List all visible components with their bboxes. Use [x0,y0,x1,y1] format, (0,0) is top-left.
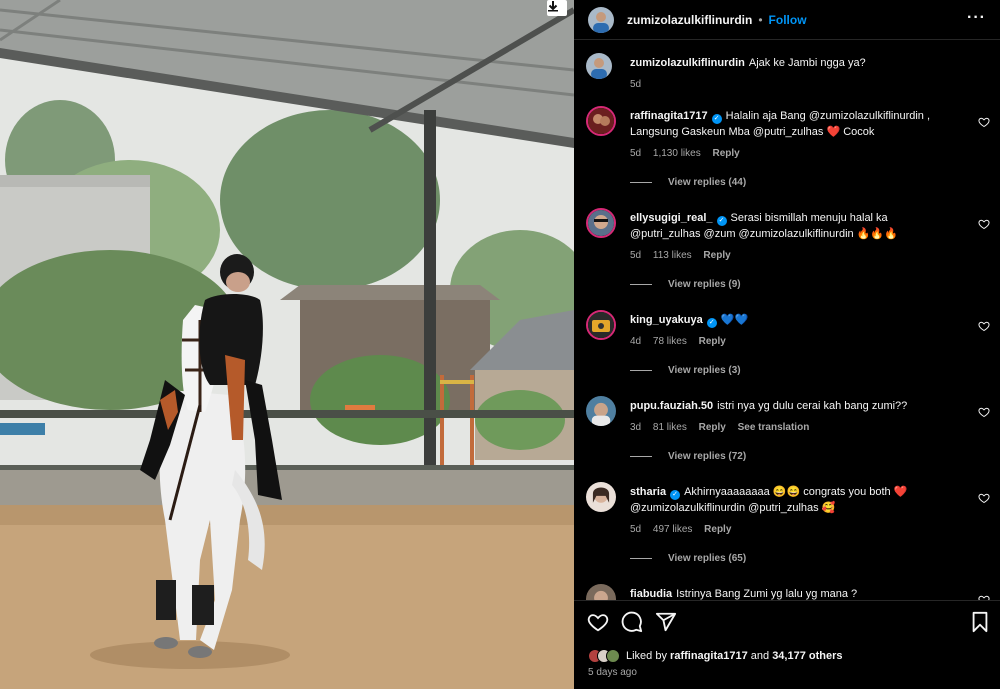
reply-button[interactable]: Reply [713,148,740,159]
comment-text: 💙💙 [720,314,749,326]
download-button[interactable] [547,0,567,16]
author-avatar[interactable] [588,6,614,33]
arrow-down-icon [548,1,558,12]
commenter-avatar[interactable] [586,310,616,340]
view-replies-button[interactable]: View replies (3) [630,365,741,376]
view-replies-button[interactable]: View replies (44) [630,177,746,188]
view-replies-button[interactable]: View replies (9) [630,279,741,290]
liked-by-avatars [588,649,620,663]
caption-username[interactable]: zumizolazulkiflinurdin [630,57,745,69]
post-side-panel: zumizolazulkiflinurdin • Follow ··· zumi… [574,0,1000,689]
comment-age: 5d [630,250,642,261]
separator-dot: • [758,12,763,27]
comment-text: Istrinya Bang Zumi yg lalu yg mana ? [676,588,858,600]
comment-likes[interactable]: 81 likes [653,422,687,433]
caption-avatar[interactable] [586,53,612,79]
commenter-avatar[interactable] [586,584,616,600]
riding-arena-image [0,0,574,689]
liked-by-and: and [750,650,770,662]
comment-username[interactable]: ellysugigi_real_ [630,212,713,224]
comment-likes[interactable]: 113 likes [653,250,692,261]
follow-button[interactable]: Follow [769,13,807,27]
verified-badge-icon: ✓ [706,318,717,328]
post-photo[interactable] [0,0,574,689]
comment-text: istri nya yg dulu cerai kah bang zumi?? [717,400,908,412]
like-comment-heart-icon[interactable] [978,320,990,332]
comment-likes[interactable]: 78 likes [653,336,687,347]
comment-username[interactable]: raffinagita1717 [630,110,708,122]
like-comment-heart-icon[interactable] [978,492,990,504]
view-replies-button[interactable]: View replies (72) [630,451,746,462]
reply-button[interactable]: Reply [699,422,726,433]
commenter-avatar[interactable] [586,106,616,136]
view-replies-label: View replies (65) [668,553,747,564]
liked-by-user[interactable]: raffinagita1717 [670,650,748,662]
save-bookmark-icon[interactable] [969,611,991,633]
comment-likes[interactable]: 1,130 likes [653,148,701,159]
comment-age: 5d [630,524,642,535]
post-header: zumizolazulkiflinurdin • Follow ··· [574,0,1000,40]
post-timestamp: 5 days ago [588,667,637,678]
post-actions: Liked by raffinagita1717 and 34,177 othe… [574,600,1000,689]
comment-username[interactable]: king_uyakuya [630,314,703,326]
comment-bubble-icon[interactable] [621,611,643,633]
like-comment-heart-icon[interactable] [978,406,990,418]
see-translation-button[interactable]: See translation [738,422,810,433]
liked-by[interactable]: Liked by raffinagita1717 and 34,177 othe… [588,649,843,663]
liked-by-others[interactable]: 34,177 others [772,650,842,662]
commenter-avatar[interactable] [586,396,616,426]
like-heart-icon[interactable] [587,611,609,633]
comment-username[interactable]: fiabudia [630,588,672,600]
comment-age: 5d [630,148,642,159]
comment-username[interactable]: stharia [630,486,666,498]
view-replies-label: View replies (9) [668,279,741,290]
like-comment-heart-icon[interactable] [978,116,990,128]
view-replies-label: View replies (3) [668,365,741,376]
reply-button[interactable]: Reply [699,336,726,347]
comments-list[interactable]: zumizolazulkiflinurdin Ajak ke Jambi ngga… [574,41,1000,600]
comment-age: 3d [630,422,642,433]
view-replies-label: View replies (72) [668,451,747,462]
commenter-avatar[interactable] [586,482,616,512]
verified-badge-icon: ✓ [711,114,722,124]
comment-likes[interactable]: 497 likes [653,524,692,535]
verified-badge-icon: ✓ [670,490,681,500]
liked-by-prefix: Liked by [626,650,667,662]
caption-age: 5d [630,79,642,90]
view-replies-button[interactable]: View replies (65) [630,553,746,564]
more-options-icon[interactable]: ··· [967,9,986,27]
reply-button[interactable]: Reply [704,524,731,535]
share-send-icon[interactable] [655,611,677,633]
reply-button[interactable]: Reply [703,250,730,261]
author-username[interactable]: zumizolazulkiflinurdin [627,13,752,27]
verified-badge-icon: ✓ [716,216,727,226]
comment-username[interactable]: pupu.fauziah.50 [630,400,713,412]
view-replies-label: View replies (44) [668,177,747,188]
caption-text: Ajak ke Jambi ngga ya? [748,57,866,69]
like-comment-heart-icon[interactable] [978,218,990,230]
commenter-avatar[interactable] [586,208,616,238]
comment-age: 4d [630,336,642,347]
